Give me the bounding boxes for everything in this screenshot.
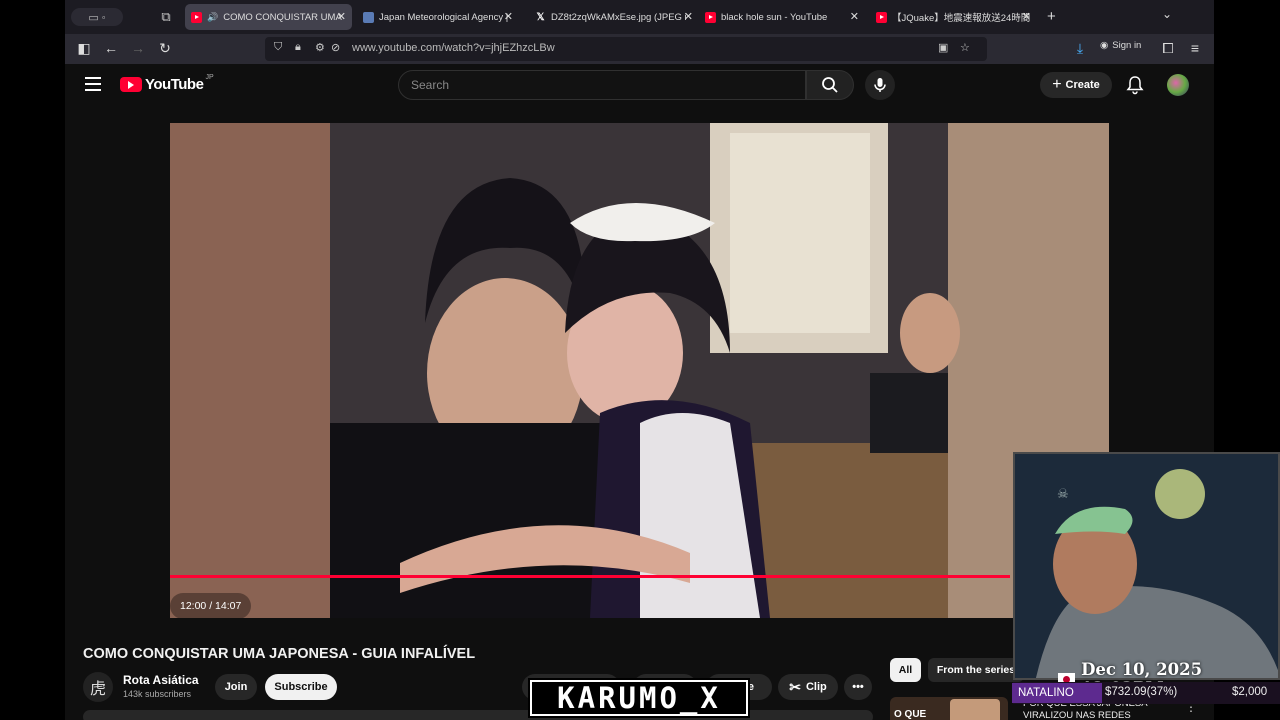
youtube-logo[interactable]: YouTube JP <box>120 74 214 93</box>
list-tabs-chevron-icon[interactable]: ⌄ <box>1162 7 1172 21</box>
youtube-favicon-icon <box>876 11 887 23</box>
account-avatar[interactable] <box>1167 74 1189 96</box>
region-code: JP <box>205 74 214 81</box>
skull-icon: ☠ <box>1057 486 1069 501</box>
search-box[interactable] <box>398 70 806 100</box>
url-text[interactable]: www.youtube.com/watch?v=jhjEZhzcLBw <box>352 42 555 54</box>
shield-icon[interactable]: ⛉ <box>274 41 282 54</box>
tab-title: Japan Meteorological Agency | <box>379 11 509 23</box>
channel-avatar[interactable]: 虎 <box>83 672 113 702</box>
tab-overview-icon[interactable]: ⧉ <box>157 8 175 26</box>
create-button[interactable]: + Create <box>1040 72 1112 98</box>
close-tab-icon[interactable]: ✕ <box>337 10 346 23</box>
video-title: COMO CONQUISTAR UMA JAPONESA - GUIA INFA… <box>83 646 476 662</box>
progress-bar[interactable] <box>170 575 1010 578</box>
webcam-image <box>1015 454 1278 678</box>
plus-icon: + <box>1052 76 1062 93</box>
join-button[interactable]: Join <box>215 674 257 700</box>
subscriber-count: 143k subscribers <box>123 689 192 699</box>
extensions-icon[interactable]: ⧠ <box>1159 40 1177 57</box>
tab-title: black hole sun - YouTube <box>721 11 828 23</box>
youtube-favicon-icon <box>705 11 716 23</box>
filter-chip-from-series[interactable]: From the series <box>928 658 1024 682</box>
account-icon: ◉ <box>1100 40 1109 51</box>
video-frame-image <box>170 123 1109 618</box>
back-icon[interactable]: ← <box>102 40 120 56</box>
create-label: Create <box>1065 79 1100 91</box>
time-text: 12:00 / 14:07 <box>180 600 242 612</box>
search-button[interactable] <box>806 70 854 100</box>
time-display: 12:00 / 14:07 <box>170 593 252 618</box>
sign-in-label: Sign in <box>1112 40 1142 51</box>
navigation-bar: ◧ ← → ↻ ⛉ 🔒︎ ⚙ ⊘ www.youtube.com/watch?v… <box>65 34 1214 64</box>
forward-icon[interactable]: → <box>129 40 147 56</box>
clip-label: Clip <box>805 681 827 693</box>
thumbnail-face-image <box>950 699 1000 720</box>
donation-goal: $2,000 <box>1232 686 1268 698</box>
close-tab-icon[interactable]: ✕ <box>684 10 693 23</box>
guide-menu-icon[interactable] <box>85 77 101 91</box>
tab-title: DZ8t2zqWkAMxEse.jpg (JPEG i <box>551 11 687 23</box>
tab-black-hole-sun[interactable]: black hole sun - YouTube ✕ <box>699 4 865 30</box>
donation-amount: $732.09(37%) <box>1105 686 1178 698</box>
youtube-favicon-icon <box>191 11 202 23</box>
description-box[interactable] <box>83 710 873 720</box>
tab-jpeg[interactable]: 𝕏 DZ8t2zqWkAMxEse.jpg (JPEG i ✕ <box>529 4 699 30</box>
thumbnail-caption: O QUE <box>894 709 927 720</box>
youtube-header: YouTube JP + Create <box>65 64 1214 106</box>
close-tab-icon[interactable]: ✕ <box>1022 10 1031 23</box>
more-actions-button[interactable]: ••• <box>844 674 872 700</box>
notifications-bell-icon[interactable] <box>1126 75 1144 95</box>
youtube-wordmark: YouTube <box>145 76 204 93</box>
address-bar[interactable]: ⛉ 🔒︎ ⚙ ⊘ www.youtube.com/watch?v=jhjEZhz… <box>265 37 987 61</box>
bookmark-star-icon[interactable]: ☆ <box>960 41 970 54</box>
streamer-watermark: KARUMO_X <box>528 678 750 718</box>
tab-title: COMO CONQUISTAR UMA <box>223 11 342 23</box>
video-player[interactable]: 12:00 / 14:07 <box>170 123 1109 618</box>
scissors-icon: ✂ <box>789 678 801 695</box>
jma-favicon-icon <box>363 11 374 23</box>
tab-como-conquistar[interactable]: 🔊 COMO CONQUISTAR UMA ✕ <box>185 4 352 30</box>
sign-in-button[interactable]: ◉ Sign in <box>1100 40 1141 51</box>
autoplay-blocked-icon[interactable]: ⊘ <box>331 41 340 54</box>
subscribe-button[interactable]: Subscribe <box>265 674 337 700</box>
screen: ▭ ◦ ⧉ 🔊 COMO CONQUISTAR UMA ✕ Japan Mete… <box>0 0 1280 720</box>
permissions-icon[interactable]: ⚙ <box>315 41 325 54</box>
donor-name: NATALINO <box>1012 683 1102 703</box>
webcam-overlay: ☠ <box>1013 452 1280 680</box>
tab-jquake[interactable]: 【JQuake】地震速報放送24時間 ✕ <box>870 4 1037 30</box>
clip-button[interactable]: ✂ Clip <box>778 674 838 700</box>
filter-chip-all[interactable]: All <box>890 658 921 682</box>
tab-title: 【JQuake】地震速報放送24時間 <box>892 13 1031 24</box>
tab-bar: ▭ ◦ ⧉ 🔊 COMO CONQUISTAR UMA ✕ Japan Mete… <box>65 0 1214 34</box>
new-tab-icon[interactable]: + <box>1047 8 1056 25</box>
reload-icon[interactable]: ↻ <box>156 40 174 57</box>
search-icon <box>822 77 838 93</box>
close-tab-icon[interactable]: ✕ <box>850 10 859 23</box>
youtube-play-icon <box>120 77 142 92</box>
lock-icon[interactable]: 🔒︎ <box>295 41 301 54</box>
tab-jma[interactable]: Japan Meteorological Agency | ✕ <box>357 4 519 30</box>
speaker-icon[interactable]: 🔊 <box>207 12 218 23</box>
downloads-icon[interactable]: ⤓ <box>1071 40 1089 57</box>
close-tab-icon[interactable]: ✕ <box>504 10 513 23</box>
sidebar-icon[interactable]: ◧ <box>75 40 93 57</box>
more-horizontal-icon: ••• <box>852 681 864 693</box>
search-input[interactable] <box>399 71 805 99</box>
sidebar-toggle-icon[interactable]: ▭ ◦ <box>71 8 123 26</box>
next-video-thumbnail[interactable]: O QUE <box>890 697 1008 720</box>
picture-in-picture-icon[interactable]: ▣ <box>938 41 948 54</box>
x-favicon-icon: 𝕏 <box>536 11 545 23</box>
app-menu-icon[interactable]: ≡ <box>1186 40 1204 56</box>
microphone-icon <box>874 78 886 92</box>
voice-search-button[interactable] <box>865 70 895 100</box>
channel-name[interactable]: Rota Asiática <box>123 673 199 687</box>
